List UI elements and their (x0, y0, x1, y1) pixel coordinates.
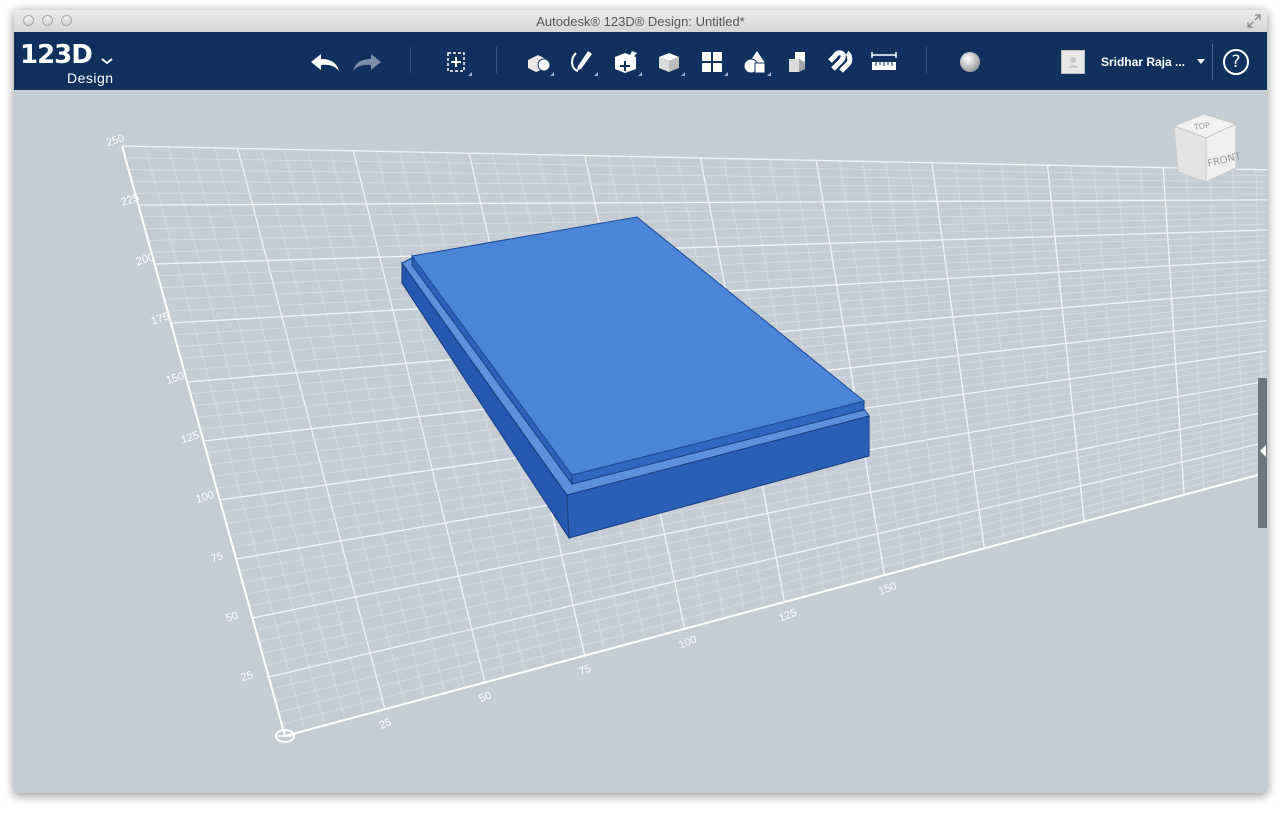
pattern-icon (702, 52, 722, 72)
avatar (1060, 50, 1085, 74)
transform-icon (447, 52, 465, 72)
grid-axis-label: 125 (180, 429, 201, 446)
grid-axis-label: 50 (224, 610, 239, 625)
user-placeholder-icon (1067, 57, 1078, 68)
sketch-button[interactable] (566, 48, 598, 76)
snap-button[interactable] (824, 48, 856, 76)
dropdown-indicator-icon (550, 72, 554, 76)
redo-arrow-icon (353, 54, 381, 71)
caret-down-icon (1197, 59, 1205, 64)
primitives-button[interactable] (522, 48, 554, 76)
toolbar-separator (926, 47, 927, 73)
combine-button[interactable] (782, 48, 814, 76)
snap-magnet-icon (828, 50, 853, 73)
origin-marker (275, 729, 295, 743)
grid-axis-label: 175 (150, 311, 171, 328)
grouping-button[interactable] (739, 48, 771, 76)
grid-axis-label: 25 (377, 716, 393, 732)
material-sphere-icon (960, 52, 980, 72)
grid-axis-label: 150 (877, 580, 899, 598)
dropdown-indicator-icon (468, 72, 472, 76)
grid-line (815, 160, 886, 576)
side-panel-handle[interactable] (1258, 378, 1267, 528)
grid-line (1070, 165, 1105, 517)
toolbar-separator (496, 47, 497, 73)
modify-button[interactable] (653, 48, 685, 76)
dropdown-indicator-icon (767, 72, 771, 76)
undo-arrow-icon (311, 54, 339, 71)
window-title: Autodesk® 123D® Design: Untitled* (536, 14, 745, 29)
grid-line (135, 192, 1267, 195)
grid-axis-label: 150 (165, 370, 186, 387)
grid-axis-label: 75 (577, 663, 593, 679)
grid-line (284, 471, 1267, 737)
sketch-icon (571, 51, 592, 72)
app-logo-menu[interactable]: 123D Design (20, 40, 113, 86)
grid-axis-label: 200 (135, 251, 156, 268)
toolbar-separator (410, 47, 411, 73)
chevron-down-icon (101, 58, 113, 65)
help-button[interactable]: ? (1223, 49, 1249, 75)
grouping-icon (743, 51, 766, 74)
modify-icon (659, 53, 679, 72)
app-window: Autodesk® 123D® Design: Untitled* 123D D… (14, 10, 1267, 793)
grid-line (278, 460, 1267, 713)
undo-button[interactable] (309, 48, 341, 76)
grid-line (125, 157, 1267, 177)
toolbar-separator (1212, 44, 1213, 80)
material-button[interactable] (954, 48, 986, 76)
grid-line (131, 181, 1267, 189)
dropdown-indicator-icon (638, 72, 642, 76)
grid-line (121, 145, 1267, 171)
grid-line (1000, 164, 1045, 533)
view-cube-icon: TOP FRONT (1172, 113, 1243, 183)
grid-axis-label: 100 (194, 489, 215, 506)
user-account-menu[interactable]: Sridhar Raja ... (1060, 49, 1205, 75)
fullscreen-icon[interactable] (1247, 14, 1261, 28)
construct-icon (615, 51, 637, 73)
grid-line (1116, 166, 1145, 506)
transform-button[interactable] (440, 48, 472, 76)
dropdown-indicator-icon (594, 72, 598, 76)
primitives-icon (528, 55, 551, 72)
3d-viewport[interactable]: 25 50 75 100 125 150 175 200 225 250 25 50 75 100 125 1… (14, 90, 1267, 793)
dropdown-indicator-icon (681, 72, 685, 76)
user-name: Sridhar Raja ... (1100, 55, 1185, 69)
grid-axis-label: 125 (777, 607, 799, 625)
3d-scene[interactable]: 2550751001251501752002252502550751001251… (14, 90, 1267, 793)
title-bar: Autodesk® 123D® Design: Untitled* (14, 10, 1267, 33)
grid-line (1024, 164, 1065, 527)
view-cube[interactable]: TOP FRONT (1166, 112, 1244, 190)
combine-icon (789, 52, 805, 72)
model-box[interactable] (401, 216, 870, 540)
grid-line (128, 169, 1267, 183)
grid-axis-label: 25 (239, 669, 254, 684)
grid-axis-label: 100 (677, 634, 699, 652)
logo-word: Design (67, 70, 114, 86)
main-toolbar: 123D Design Sridhar Raja ... ? (14, 32, 1267, 90)
grid-line (138, 199, 1267, 206)
construct-button[interactable] (610, 48, 642, 76)
dropdown-indicator-icon (724, 72, 728, 76)
grid-line (1046, 165, 1085, 522)
grid-line (275, 453, 1267, 701)
grid-axis-label: 50 (477, 689, 493, 705)
redo-button[interactable] (351, 48, 383, 76)
measure-button[interactable] (868, 48, 900, 76)
measure-ruler-icon (871, 52, 897, 70)
logo-number: 123D (20, 40, 93, 70)
grid-axis-label: 75 (209, 550, 224, 565)
pattern-button[interactable] (696, 48, 728, 76)
grid-line (1186, 168, 1205, 490)
